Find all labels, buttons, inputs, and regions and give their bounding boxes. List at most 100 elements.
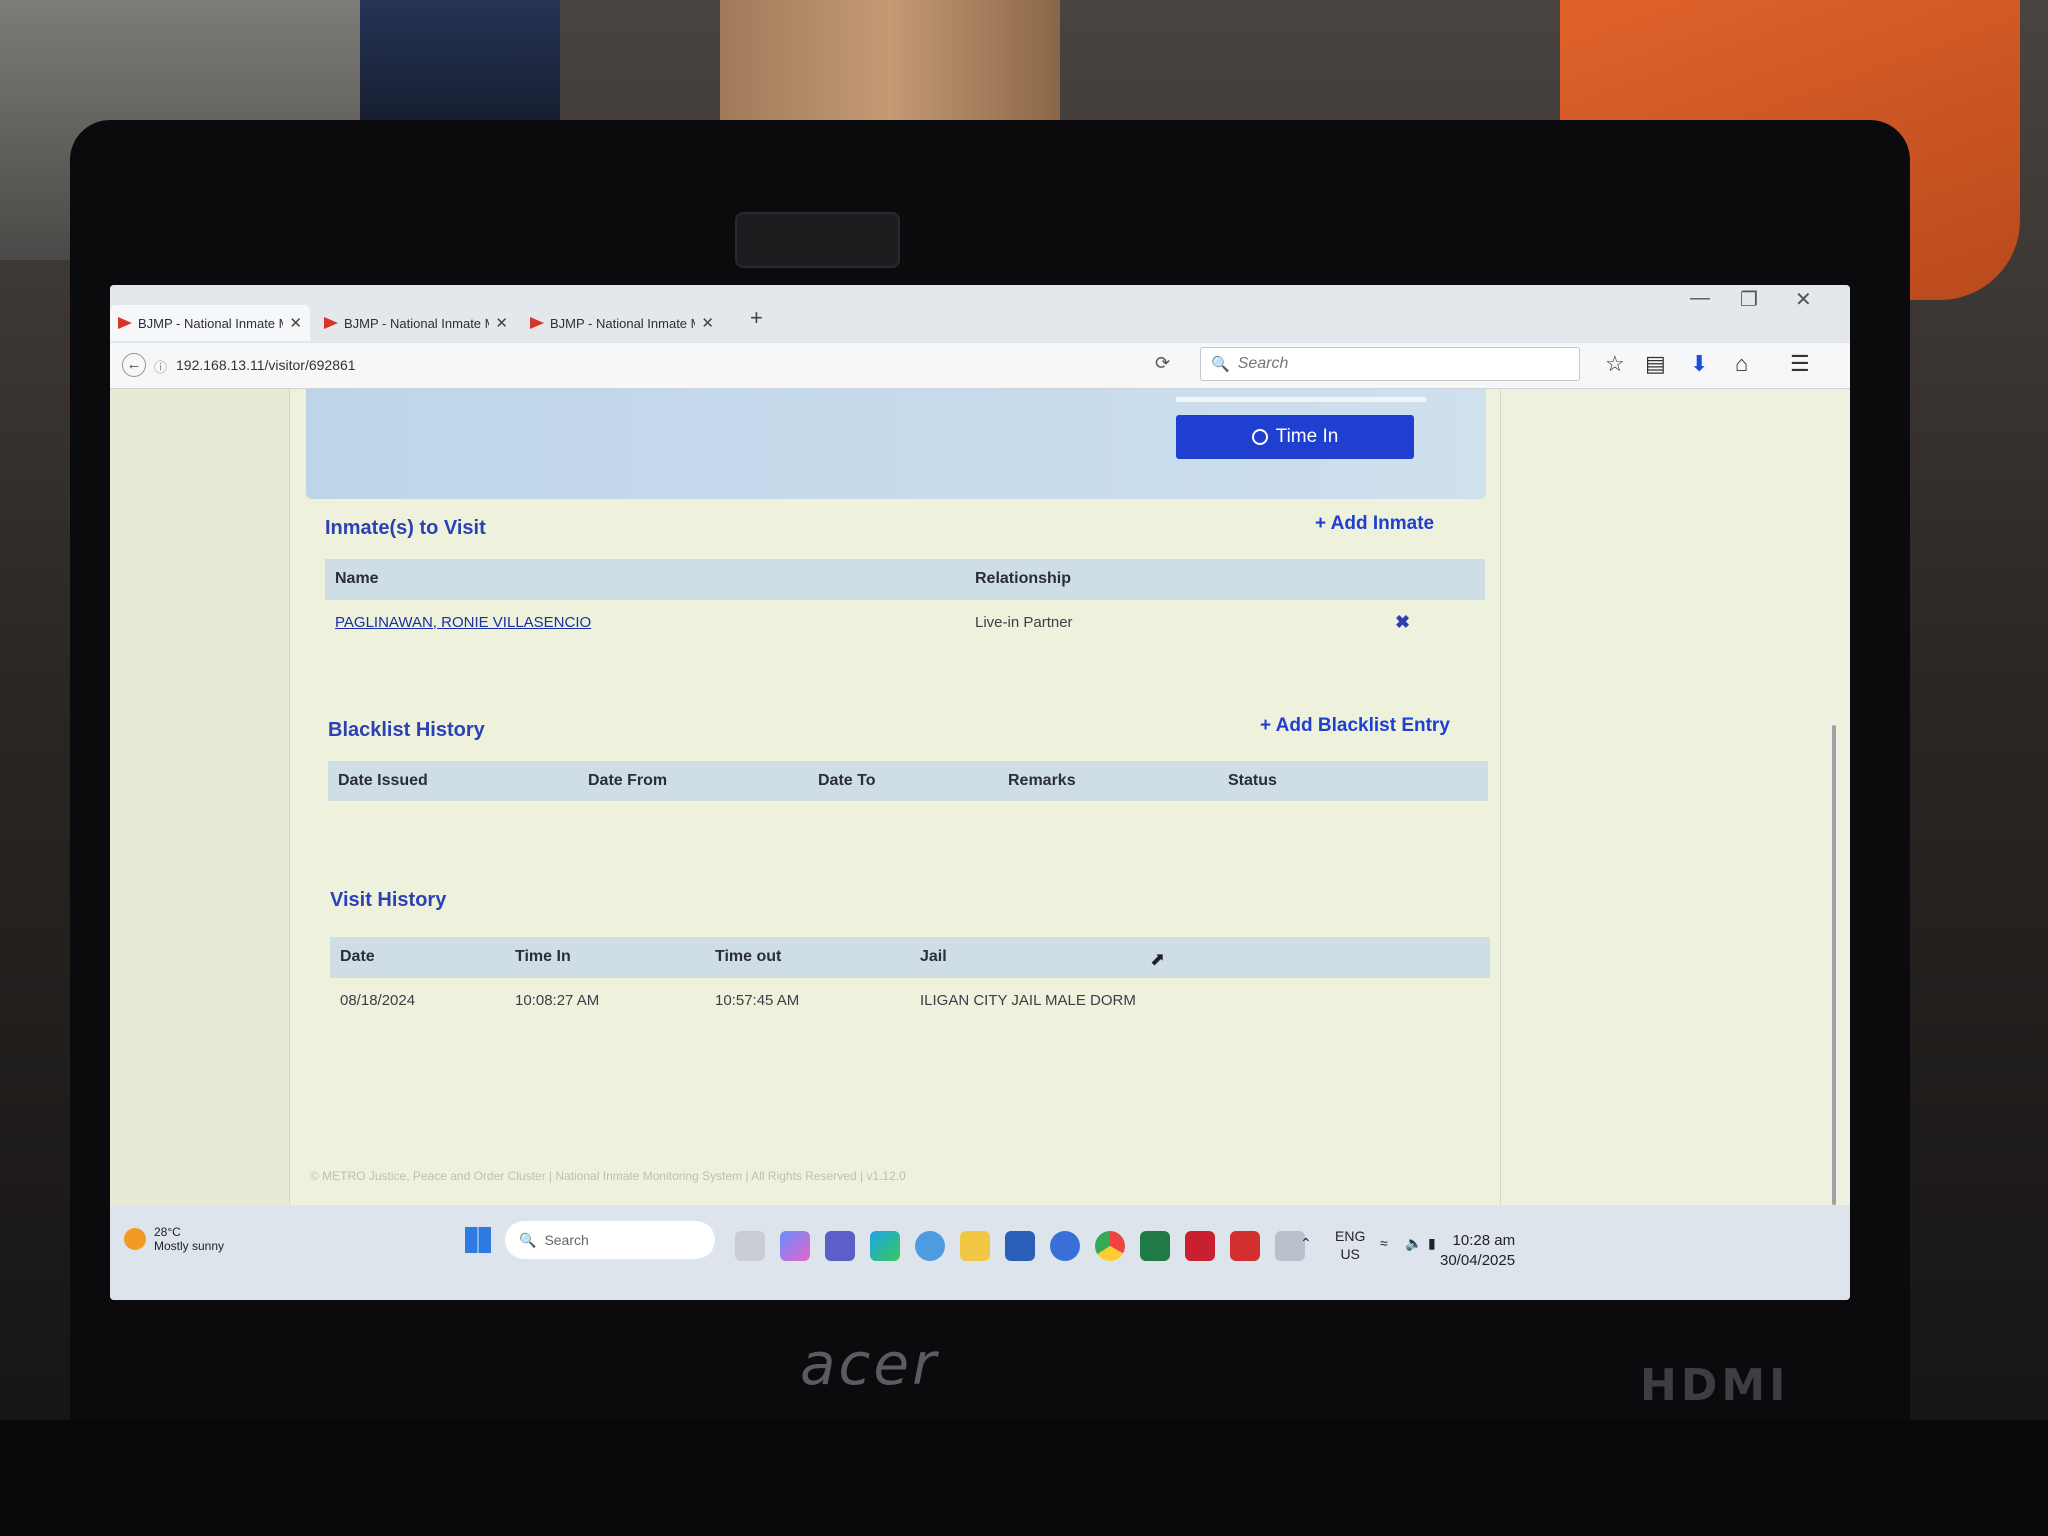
time-in-button[interactable]: Time In — [1176, 415, 1414, 459]
table-row: 08/18/2024 10:08:27 AM 10:57:45 AM ILIGA… — [330, 976, 1490, 1023]
word-icon[interactable] — [1005, 1231, 1035, 1261]
add-inmate-button[interactable]: + Add Inmate — [1315, 513, 1434, 535]
bjmp-favicon-icon — [530, 317, 544, 329]
time-in-label: Time In — [1275, 426, 1339, 447]
hdmi-label: HDMI — [1640, 1360, 1790, 1411]
volume-icon[interactable]: 🔈 — [1405, 1235, 1422, 1252]
mcafee-icon[interactable] — [1185, 1231, 1215, 1261]
reload-icon[interactable]: ⟳ — [1155, 353, 1170, 374]
battery-icon[interactable]: ▮ — [1428, 1235, 1436, 1252]
browser-globe-icon[interactable] — [915, 1231, 945, 1261]
keyboard-layout: US — [1340, 1246, 1360, 1262]
home-icon[interactable]: ⌂ — [1735, 351, 1748, 377]
relationship-cell: Live-in Partner — [965, 598, 1385, 645]
system-clock[interactable]: 10:28 am 30/04/2025 — [1440, 1231, 1515, 1271]
edge-icon[interactable] — [870, 1231, 900, 1261]
visitor-header-panel: Time In — [306, 389, 1486, 499]
bjmp-favicon-icon — [324, 317, 338, 329]
taskbar-search-placeholder: Search — [544, 1232, 589, 1248]
blacklist-table: Date Issued Date From Date To Remarks St… — [328, 761, 1488, 801]
weather-widget[interactable]: 28°C Mostly sunny — [124, 1225, 224, 1253]
teams-icon[interactable] — [825, 1231, 855, 1261]
tab-label: BJMP - National Inmate M... — [138, 315, 283, 331]
search-icon: 🔍 — [519, 1231, 537, 1248]
excel-icon[interactable] — [1140, 1231, 1170, 1261]
visit-history-section-title: Visit History — [330, 889, 447, 911]
add-blacklist-entry-button[interactable]: + Add Blacklist Entry — [1260, 715, 1450, 737]
tab-2[interactable]: BJMP - National Inmate M... ✕ — [316, 305, 516, 341]
windows-taskbar: 28°C Mostly sunny 🔍 Search ⌃ ENG US ≈ 🔈 … — [110, 1205, 1850, 1300]
close-window-icon[interactable]: ✕ — [1795, 287, 1812, 312]
taskbar-search[interactable]: 🔍 Search — [505, 1221, 715, 1259]
visit-jail-cell: ILIGAN CITY JAIL MALE DORM — [910, 976, 1490, 1023]
chrome-icon[interactable] — [1095, 1231, 1125, 1261]
right-empty-area — [1500, 389, 1850, 1209]
show-hidden-icons-chevron-icon[interactable]: ⌃ — [1300, 1235, 1312, 1252]
restore-icon[interactable]: ❐ — [1740, 287, 1758, 312]
close-tab-icon[interactable]: ✕ — [495, 314, 508, 332]
browser-search-input[interactable] — [1237, 355, 1558, 373]
close-tab-icon[interactable]: ✕ — [289, 314, 302, 332]
tab-label: BJMP - National Inmate M... — [344, 315, 489, 331]
menu-hamburger-icon[interactable]: ☰ — [1790, 351, 1810, 377]
file-explorer-icon[interactable] — [960, 1231, 990, 1261]
firefox-icon[interactable] — [1050, 1231, 1080, 1261]
visit-history-table: Date Time In Time out Jail 08/18/2024 10… — [330, 937, 1490, 1023]
visit-date-cell: 08/18/2024 — [330, 976, 505, 1023]
tab-3[interactable]: BJMP - National Inmate M... ✕ — [522, 305, 722, 341]
clock-date: 30/04/2025 — [1440, 1252, 1516, 1269]
column-header: Date From — [578, 761, 808, 801]
language-indicator[interactable]: ENG US — [1335, 1227, 1365, 1263]
table-row: PAGLINAWAN, RONIE VILLASENCIO Live-in Pa… — [325, 598, 1485, 645]
laptop-screen: BJMP - National Inmate M... ✕ BJMP - Nat… — [110, 285, 1850, 1300]
back-arrow-icon[interactable]: ← — [122, 353, 146, 377]
background-shelf — [360, 0, 560, 140]
windows-start-icon[interactable] — [465, 1227, 491, 1253]
column-header — [1385, 559, 1485, 599]
wifi-icon[interactable]: ≈ — [1380, 1235, 1388, 1251]
inmates-table: Name Relationship PAGLINAWAN, RONIE VILL… — [325, 559, 1485, 645]
laptop-base — [0, 1420, 2048, 1536]
task-view-icon[interactable] — [735, 1231, 765, 1261]
column-header: Relationship — [965, 559, 1385, 599]
copilot-icon[interactable] — [780, 1231, 810, 1261]
column-header: Time In — [505, 937, 705, 977]
inmates-section-title: Inmate(s) to Visit — [325, 517, 486, 539]
bjmp-favicon-icon — [118, 317, 132, 329]
remove-inmate-icon[interactable]: ✖ — [1395, 612, 1410, 632]
site-info-icon[interactable]: ⓘ — [154, 357, 167, 376]
panel-top-strip — [1176, 397, 1426, 402]
sun-icon — [124, 1228, 146, 1250]
download-icon[interactable]: ⬇ — [1690, 351, 1708, 377]
inmate-name-link[interactable]: PAGLINAWAN, RONIE VILLASENCIO — [325, 598, 965, 645]
column-header: Date — [330, 937, 505, 977]
language-code: ENG — [1335, 1228, 1366, 1244]
close-tab-icon[interactable]: ✕ — [701, 314, 714, 332]
clock-time: 10:28 am — [1452, 1232, 1516, 1249]
webcam-shutter — [735, 212, 900, 268]
acrobat-icon[interactable] — [1230, 1231, 1260, 1261]
acer-logo: acer — [800, 1330, 939, 1398]
weather-temperature: 28°C — [154, 1225, 181, 1239]
column-header: Date To — [808, 761, 998, 801]
address-bar[interactable]: 192.168.13.11/visitor/692861 — [176, 357, 356, 373]
blacklist-section-title: Blacklist History — [328, 719, 485, 741]
page-content: Time In Inmate(s) to Visit + Add Inmate … — [110, 389, 1850, 1209]
visit-time-out-cell: 10:57:45 AM — [705, 976, 910, 1023]
browser-search-box[interactable]: 🔍 — [1200, 347, 1580, 381]
column-header: Status — [1218, 761, 1488, 801]
new-tab-button[interactable]: + — [750, 305, 763, 331]
column-header: Name — [325, 559, 965, 599]
browser-navbar: ← ⓘ 192.168.13.11/visitor/692861 ⟳ 🔍 ☆ ▤… — [110, 343, 1850, 389]
clock-icon — [1251, 429, 1268, 445]
column-header: Jail — [910, 937, 1490, 977]
minimize-icon[interactable]: — — [1690, 287, 1710, 310]
page-footer: © METRO Justice, Peace and Order Cluster… — [310, 1169, 906, 1183]
bookmark-star-icon[interactable]: ☆ — [1605, 351, 1625, 377]
visit-time-in-cell: 10:08:27 AM — [505, 976, 705, 1023]
tab-1[interactable]: BJMP - National Inmate M... ✕ — [110, 305, 310, 341]
table-header-row: Name Relationship — [325, 559, 1485, 599]
browser-titlebar: BJMP - National Inmate M... ✕ BJMP - Nat… — [110, 285, 1850, 343]
page-scrollbar[interactable] — [1832, 725, 1836, 1205]
reading-list-icon[interactable]: ▤ — [1645, 351, 1666, 377]
